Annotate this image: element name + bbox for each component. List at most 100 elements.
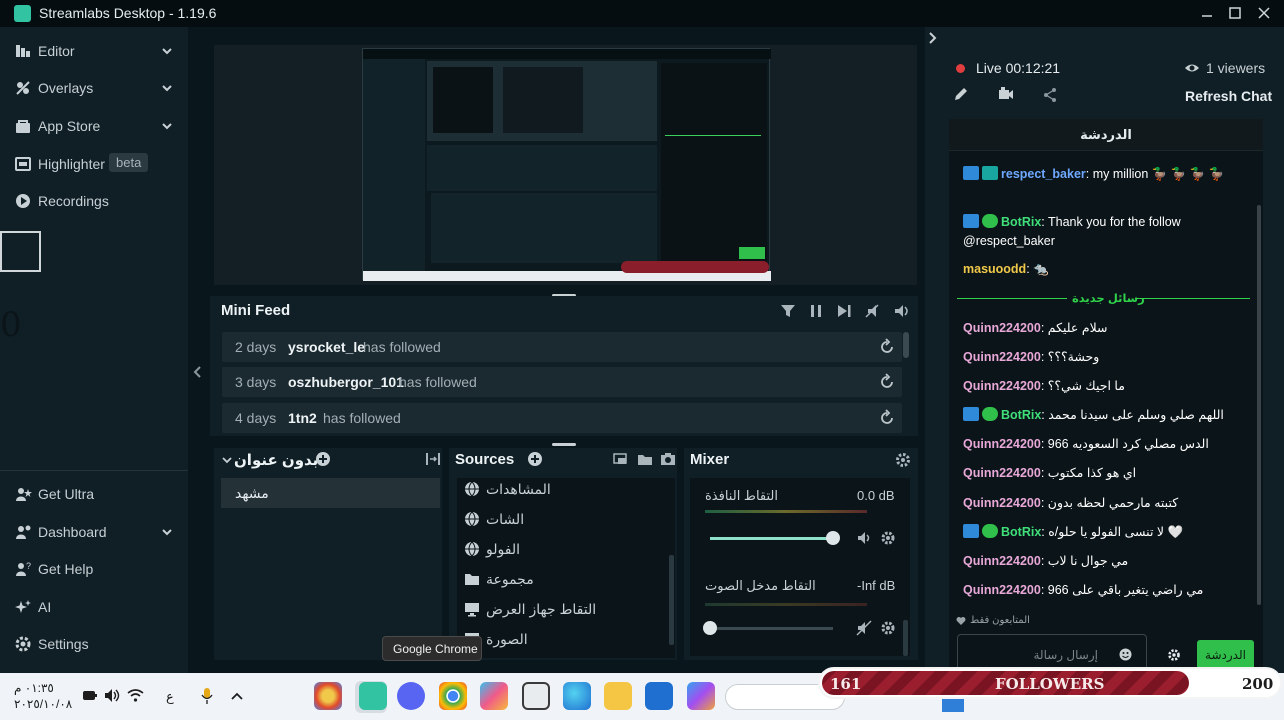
store-icon[interactable]: [522, 682, 550, 710]
stream-preview[interactable]: [214, 45, 917, 285]
mixer-scrollbar[interactable]: [903, 620, 908, 656]
mini-feed-title: Mini Feed: [221, 302, 291, 319]
outlook-icon[interactable]: [645, 682, 673, 710]
scene-collection-title[interactable]: بدون عنوان: [234, 451, 318, 469]
feed-scrollbar[interactable]: [903, 332, 909, 358]
chat-send-button[interactable]: الدردشة: [1197, 640, 1254, 670]
chat-send-label: الدردشة: [1205, 648, 1246, 662]
sidebar-item-settings[interactable]: Settings: [0, 627, 188, 661]
chevron-down-icon[interactable]: [160, 81, 174, 95]
chat-username[interactable]: masuoodd: [963, 262, 1026, 276]
minimize-icon[interactable]: [1198, 4, 1216, 22]
verified-badge-icon: [982, 214, 998, 228]
close-icon[interactable]: [1255, 4, 1273, 22]
input-language[interactable]: ع: [166, 689, 174, 705]
volume-knob[interactable]: [703, 621, 717, 635]
chevron-right-icon[interactable]: [926, 30, 940, 46]
chat-username[interactable]: Quinn224200: [963, 496, 1041, 510]
sidebar-item-ai[interactable]: AI: [0, 590, 188, 624]
chevron-left-icon[interactable]: [190, 364, 204, 380]
chat-scrollbar[interactable]: [1257, 205, 1261, 605]
chat-username[interactable]: Quinn224200: [963, 554, 1041, 568]
sidebar-item-get-ultra[interactable]: Get Ultra: [0, 477, 188, 511]
globe-icon: [464, 511, 480, 527]
add-scene-icon[interactable]: [315, 451, 331, 467]
share-icon[interactable]: [1042, 87, 1058, 103]
chrome-profile-icon[interactable]: [314, 682, 342, 710]
volume-knob[interactable]: [826, 531, 840, 545]
chat-username[interactable]: Quinn224200: [963, 583, 1041, 597]
scene-item-selected[interactable]: مشهد: [221, 478, 440, 508]
chevron-up-icon[interactable]: [230, 690, 244, 702]
file-explorer-icon[interactable]: [604, 682, 632, 710]
studio-mode-box[interactable]: [0, 231, 41, 272]
microphone-icon[interactable]: [200, 687, 214, 705]
edit-icon[interactable]: [953, 86, 969, 102]
refresh-chat-button[interactable]: Refresh Chat: [1185, 88, 1272, 104]
chevron-down-icon[interactable]: [160, 44, 174, 58]
source-item[interactable]: التقاط جهاز العرض: [464, 595, 669, 623]
maximize-icon[interactable]: [1226, 4, 1244, 22]
filter-icon[interactable]: [780, 303, 796, 319]
gear-icon[interactable]: [880, 530, 896, 546]
source-item[interactable]: مجموعة: [464, 565, 669, 593]
discord-icon[interactable]: [397, 682, 425, 710]
chat-username[interactable]: respect_baker: [1001, 167, 1086, 181]
mute-alerts-icon[interactable]: [864, 303, 880, 319]
source-capture-icon[interactable]: [612, 451, 628, 467]
copilot-icon[interactable]: [480, 682, 508, 710]
replay-icon[interactable]: [878, 409, 896, 427]
sidebar-item-recordings[interactable]: Recordings: [0, 184, 188, 218]
sidebar-item-get-help[interactable]: ? Get Help: [0, 552, 188, 586]
speaker-muted-icon[interactable]: [856, 620, 872, 636]
copilot-app-icon[interactable]: [687, 682, 715, 710]
add-folder-icon[interactable]: [637, 451, 653, 467]
replay-icon[interactable]: [878, 338, 896, 356]
edge-icon[interactable]: [563, 682, 591, 710]
source-item[interactable]: الشات: [464, 505, 669, 533]
wifi-icon[interactable]: [127, 688, 144, 703]
sources-scrollbar[interactable]: [669, 555, 674, 645]
chat-username[interactable]: BotRix: [1001, 408, 1041, 422]
sidebar-item-dashboard[interactable]: Dashboard: [0, 515, 188, 549]
chevron-down-icon[interactable]: [160, 525, 174, 539]
sidebar-item-highlighter[interactable]: Highlighter beta: [0, 147, 188, 181]
video-icon[interactable]: [997, 86, 1015, 102]
battery-icon[interactable]: [82, 689, 98, 702]
volume-icon[interactable]: [104, 688, 121, 703]
sidebar-item-app-store[interactable]: App Store: [0, 109, 188, 143]
replay-icon[interactable]: [878, 373, 896, 391]
sidebar-item-overlays[interactable]: Overlays: [0, 71, 188, 105]
volume-icon[interactable]: [893, 303, 911, 319]
followers-label: FOLLOWERS: [995, 675, 1105, 693]
chat-username[interactable]: BotRix: [1001, 525, 1041, 539]
source-properties-icon[interactable]: [660, 451, 676, 467]
add-source-icon[interactable]: [527, 451, 543, 467]
source-item[interactable]: الصورة: [464, 625, 669, 653]
chat-username[interactable]: Quinn224200: [963, 350, 1041, 364]
chat-username[interactable]: BotRix: [1001, 215, 1041, 229]
mixer-title: Mixer: [690, 451, 730, 468]
chevron-down-icon[interactable]: [221, 454, 233, 466]
chat-username[interactable]: Quinn224200: [963, 466, 1041, 480]
speaker-icon[interactable]: [856, 530, 872, 546]
pause-icon[interactable]: [808, 303, 824, 319]
chevron-down-icon[interactable]: [160, 119, 174, 133]
gear-icon[interactable]: [1167, 648, 1181, 662]
gear-icon[interactable]: [895, 452, 911, 468]
volume-slider[interactable]: [703, 621, 833, 635]
chat-username[interactable]: Quinn224200: [963, 321, 1041, 335]
sidebar-item-editor[interactable]: Editor: [0, 34, 188, 68]
source-item[interactable]: الفولو: [464, 535, 669, 563]
scene-transition-icon[interactable]: [425, 451, 441, 467]
chrome-icon[interactable]: [439, 682, 467, 710]
source-item[interactable]: المشاهدات: [464, 475, 669, 503]
chat-username[interactable]: Quinn224200: [963, 437, 1041, 451]
chat-username[interactable]: Quinn224200: [963, 379, 1041, 393]
volume-slider[interactable]: [710, 531, 840, 545]
streamlabs-taskbar-icon[interactable]: [359, 682, 387, 710]
emoji-icon[interactable]: [1119, 648, 1132, 661]
gear-icon[interactable]: [880, 620, 896, 636]
skip-icon[interactable]: [836, 303, 852, 319]
resize-handle[interactable]: [552, 443, 576, 446]
